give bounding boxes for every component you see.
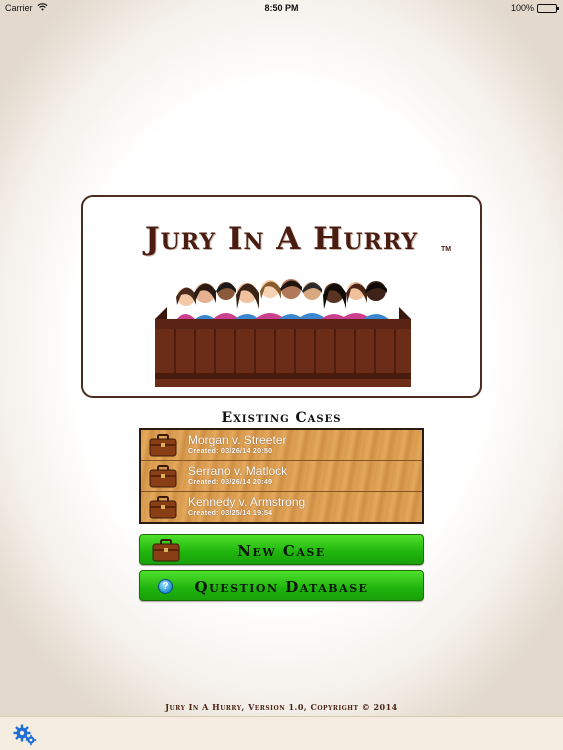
case-created-date: Created: 03/26/14 20:50 [188,448,273,455]
logo-title: Jury In A Hurry [144,221,419,257]
case-name: Serrano v. Matlock [188,464,288,478]
battery-icon [537,4,559,13]
footer-copyright: Jury In A Hurry, Version 1.0, Copyright … [165,702,398,712]
app-logo: Jury In A Hurry TM [81,195,482,398]
existing-cases-heading: Existing Cases [221,410,342,426]
bottom-toolbar [0,716,563,750]
briefcase-icon [149,465,177,488]
case-created-date: Created: 03/25/14 19:54 [188,510,273,517]
case-row[interactable]: Serrano v. Matlock Created: 03/26/14 20:… [141,461,422,492]
question-database-button[interactable]: ? Question Database [139,570,424,601]
trademark-symbol: TM [441,246,452,253]
case-name: Morgan v. Streeter [188,433,287,447]
jurors [176,279,391,325]
question-database-label: Question Database [194,578,369,596]
new-case-label: New Case [237,542,326,560]
case-row[interactable]: Morgan v. Streeter Created: 03/26/14 20:… [141,430,422,461]
case-created-date: Created: 03/26/14 20:49 [188,479,273,486]
jury-box-illustration [155,279,411,387]
briefcase-icon [149,434,177,457]
clock: 8:50 PM [264,3,299,13]
new-case-button[interactable]: New Case [139,534,424,565]
battery-percent: 100% [510,3,534,13]
case-list: Morgan v. Streeter Created: 03/26/14 20:… [139,428,424,524]
status-bar: Carrier 8:50 PM 100% [0,0,563,16]
gear-icon[interactable] [13,724,37,746]
case-name: Kennedy v. Armstrong [188,495,306,509]
case-row[interactable]: Kennedy v. Armstrong Created: 03/25/14 1… [141,492,422,523]
briefcase-icon [149,496,177,519]
